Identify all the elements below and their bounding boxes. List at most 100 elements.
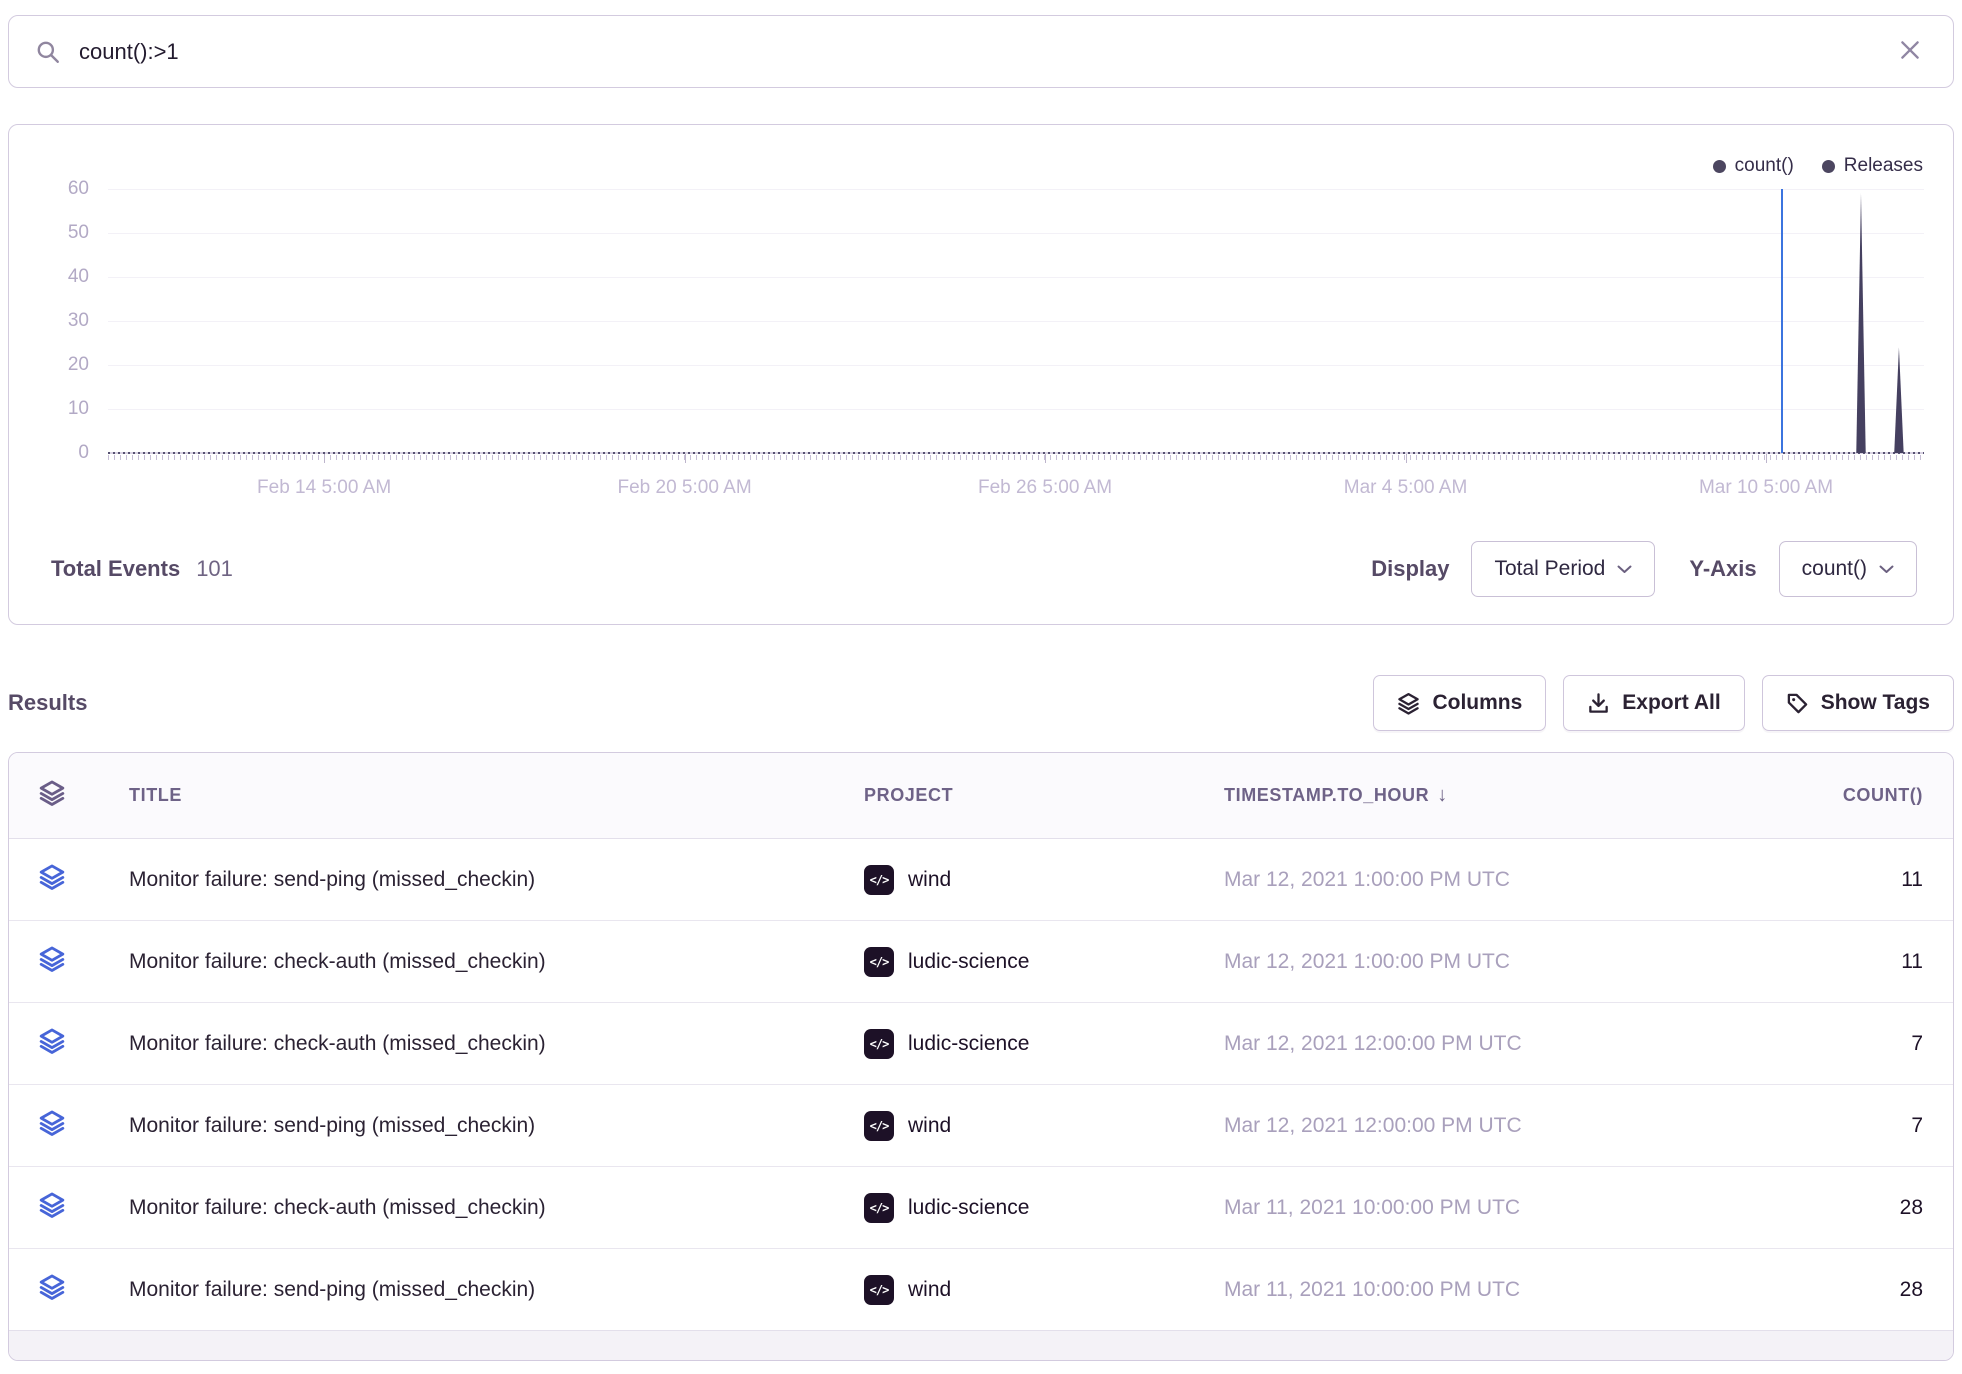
project-name: wind — [908, 1114, 951, 1138]
yaxis-label: Y-Axis — [1689, 556, 1756, 582]
project-platform-icon: </> — [864, 1193, 894, 1223]
column-header-count[interactable]: COUNT() — [1753, 785, 1923, 806]
columns-button-label: Columns — [1432, 691, 1522, 715]
total-events-label: Total Events — [51, 556, 180, 582]
project-cell: </> wind — [864, 865, 1224, 895]
show-tags-button-label: Show Tags — [1821, 691, 1930, 715]
issue-title: Monitor failure: check-auth (missed_chec… — [129, 1196, 864, 1220]
x-axis-label: Mar 4 5:00 AM — [1344, 477, 1468, 499]
search-bar[interactable] — [8, 15, 1954, 88]
legend-label: count() — [1735, 155, 1794, 177]
project-name: ludic-science — [908, 1032, 1029, 1056]
project-name: wind — [908, 868, 951, 892]
yaxis-dropdown[interactable]: count() — [1779, 541, 1917, 597]
column-header-timestamp[interactable]: TIMESTAMP.TO_HOUR ↓ — [1224, 784, 1753, 807]
project-platform-icon: </> — [864, 1275, 894, 1305]
issue-title: Monitor failure: check-auth (missed_chec… — [129, 950, 864, 974]
count-value: 28 — [1753, 1278, 1923, 1302]
table-header: TITLE PROJECT TIMESTAMP.TO_HOUR ↓ COUNT(… — [9, 753, 1953, 839]
timestamp-value: Mar 12, 2021 1:00:00 PM UTC — [1224, 868, 1753, 892]
column-header-timestamp-label: TIMESTAMP.TO_HOUR — [1224, 785, 1429, 806]
count-spike — [1856, 193, 1865, 453]
project-name: ludic-science — [908, 950, 1029, 974]
layers-icon — [1397, 692, 1420, 715]
yaxis-dropdown-value: count() — [1802, 557, 1867, 581]
project-cell: </> wind — [864, 1111, 1224, 1141]
stack-icon — [39, 1274, 129, 1305]
display-dropdown[interactable]: Total Period — [1471, 541, 1655, 597]
y-axis-label: 60 — [9, 178, 89, 200]
show-tags-button[interactable]: Show Tags — [1762, 675, 1954, 731]
stack-icon — [39, 780, 129, 811]
export-all-button-label: Export All — [1622, 691, 1720, 715]
count-value: 7 — [1753, 1114, 1923, 1138]
column-header-project[interactable]: PROJECT — [864, 785, 1224, 806]
chart-legend: count() Releases — [1713, 155, 1923, 177]
chart-plot[interactable] — [108, 189, 1924, 453]
table-body: Monitor failure: send-ping (missed_check… — [9, 839, 1953, 1331]
clear-search-icon[interactable] — [1893, 33, 1927, 70]
download-icon — [1587, 692, 1610, 715]
count-spike — [1894, 347, 1903, 453]
table-row[interactable]: Monitor failure: send-ping (missed_check… — [9, 839, 1953, 921]
tag-icon — [1786, 692, 1809, 715]
x-axis-label: Feb 20 5:00 AM — [618, 477, 752, 499]
project-cell: </> ludic-science — [864, 1029, 1224, 1059]
x-axis-tick — [685, 454, 686, 463]
count-value: 11 — [1753, 950, 1923, 974]
display-dropdown-value: Total Period — [1494, 557, 1605, 581]
stack-icon — [39, 864, 129, 895]
x-axis-label: Mar 10 5:00 AM — [1699, 477, 1833, 499]
x-axis-labels: Feb 14 5:00 AM Feb 20 5:00 AM Feb 26 5:00 … — [108, 465, 1924, 509]
count-value: 7 — [1753, 1032, 1923, 1056]
legend-item-count[interactable]: count() — [1713, 155, 1794, 177]
project-cell: </> ludic-science — [864, 947, 1224, 977]
x-axis-minor-ticks — [108, 455, 1924, 460]
y-axis-label: 40 — [9, 266, 89, 288]
table-row[interactable]: Monitor failure: check-auth (missed_chec… — [9, 1003, 1953, 1085]
table-row[interactable]: Monitor failure: send-ping (missed_check… — [9, 1085, 1953, 1167]
issue-title: Monitor failure: send-ping (missed_check… — [129, 1278, 864, 1302]
count-value: 11 — [1753, 868, 1923, 892]
project-platform-icon: </> — [864, 865, 894, 895]
results-title: Results — [8, 690, 87, 716]
project-cell: </> ludic-science — [864, 1193, 1224, 1223]
issue-title: Monitor failure: send-ping (missed_check… — [129, 868, 864, 892]
timestamp-value: Mar 12, 2021 12:00:00 PM UTC — [1224, 1032, 1753, 1056]
project-platform-icon: </> — [864, 1111, 894, 1141]
project-name: ludic-science — [908, 1196, 1029, 1220]
column-header-title[interactable]: TITLE — [129, 785, 864, 806]
x-axis-tick — [1766, 454, 1767, 463]
results-header-row: Results Columns Export All Show Tags — [8, 675, 1954, 731]
legend-item-releases[interactable]: Releases — [1822, 155, 1923, 177]
legend-label: Releases — [1844, 155, 1923, 177]
project-platform-icon: </> — [864, 947, 894, 977]
y-axis-label: 50 — [9, 222, 89, 244]
timestamp-value: Mar 11, 2021 10:00:00 PM UTC — [1224, 1278, 1753, 1302]
project-name: wind — [908, 1278, 951, 1302]
x-axis-tick — [1406, 454, 1407, 463]
release-marker-line[interactable] — [1781, 189, 1783, 453]
stack-icon — [39, 1110, 129, 1141]
issue-title: Monitor failure: check-auth (missed_chec… — [129, 1032, 864, 1056]
table-row[interactable]: Monitor failure: check-auth (missed_chec… — [9, 921, 1953, 1003]
display-label: Display — [1371, 556, 1449, 582]
y-axis-labels: 0102030405060 — [9, 189, 89, 453]
table-row[interactable]: Monitor failure: send-ping (missed_check… — [9, 1249, 1953, 1331]
issue-title: Monitor failure: send-ping (missed_check… — [129, 1114, 864, 1138]
results-table: TITLE PROJECT TIMESTAMP.TO_HOUR ↓ COUNT(… — [8, 752, 1954, 1361]
search-input[interactable] — [79, 39, 1893, 65]
chevron-down-icon — [1879, 565, 1894, 574]
x-axis-label: Feb 14 5:00 AM — [257, 477, 391, 499]
stack-icon — [39, 1192, 129, 1223]
columns-button[interactable]: Columns — [1373, 675, 1546, 731]
chevron-down-icon — [1617, 565, 1632, 574]
export-all-button[interactable]: Export All — [1563, 675, 1744, 731]
search-icon — [35, 39, 61, 65]
legend-dot-count-icon — [1713, 160, 1726, 173]
timestamp-value: Mar 12, 2021 12:00:00 PM UTC — [1224, 1114, 1753, 1138]
y-axis-label: 20 — [9, 354, 89, 376]
table-row[interactable]: Monitor failure: check-auth (missed_chec… — [9, 1167, 1953, 1249]
x-axis-label: Feb 26 5:00 AM — [978, 477, 1112, 499]
sort-desc-icon: ↓ — [1437, 784, 1448, 807]
